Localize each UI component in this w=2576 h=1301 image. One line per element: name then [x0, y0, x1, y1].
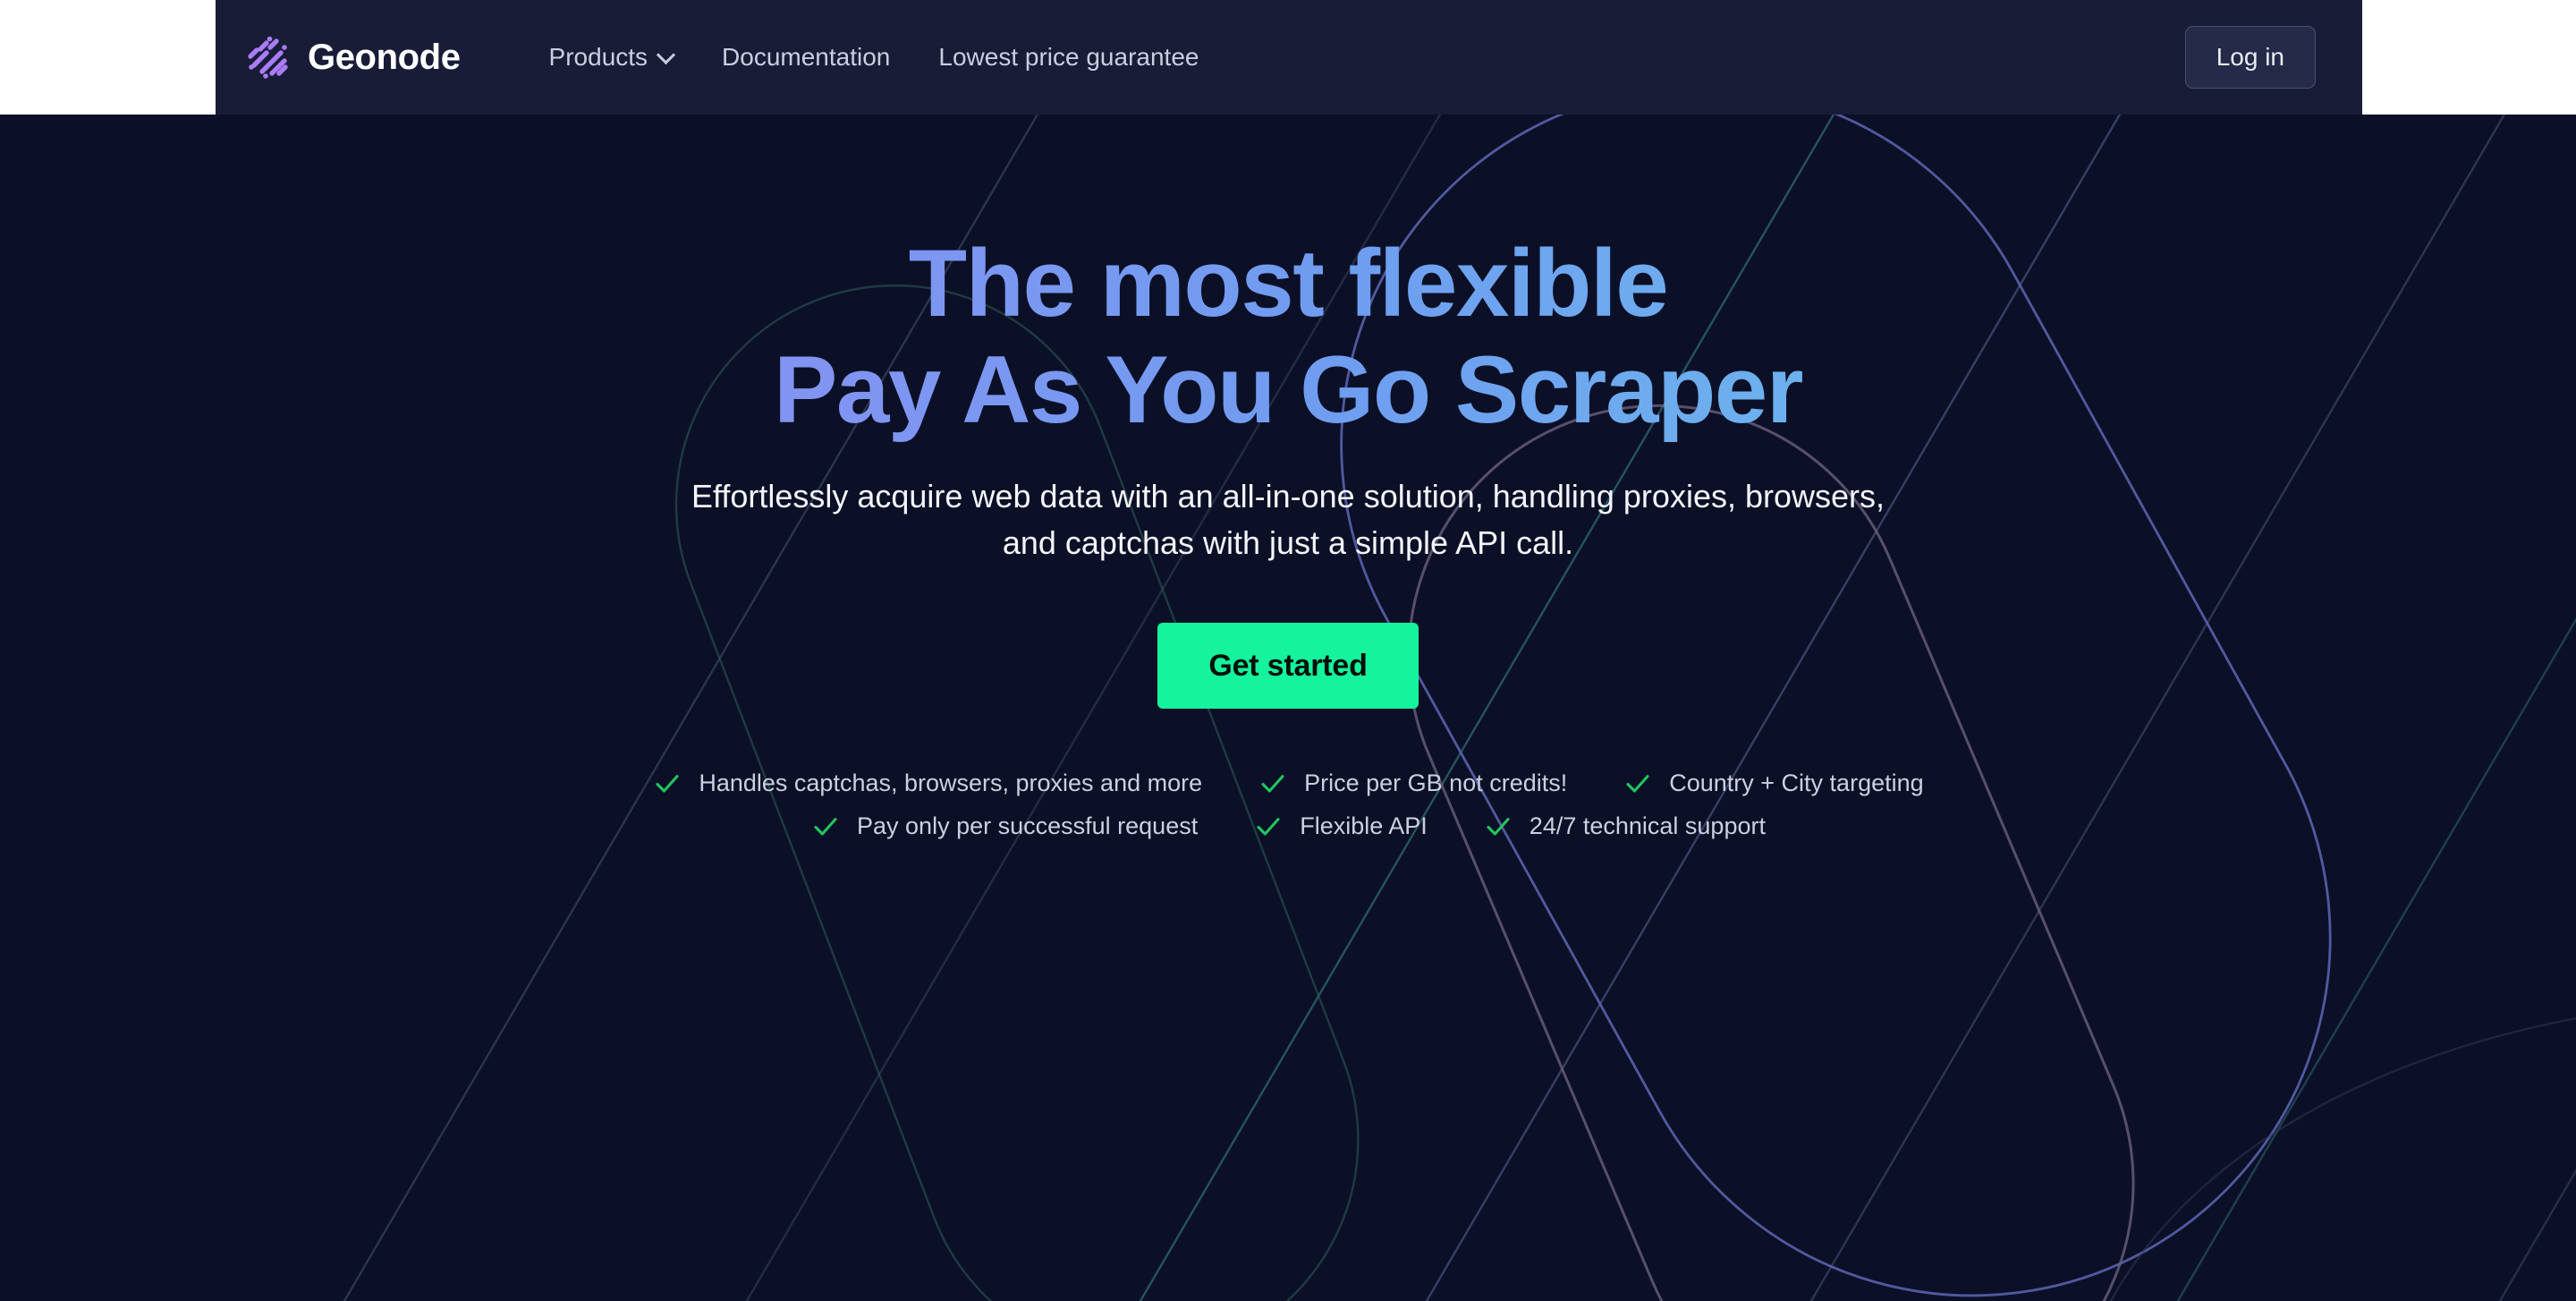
page-root: Geonode Products Documentation Lowest pr… — [0, 0, 2576, 1301]
feature-label: Country + City targeting — [1669, 770, 1924, 797]
feature-label: Handles captchas, browsers, proxies and … — [699, 770, 1203, 797]
hero-section: The most flexible Pay As You Go Scraper … — [0, 115, 2576, 1301]
feature-label: Pay only per successful request — [857, 812, 1199, 840]
brand-name: Geonode — [308, 38, 461, 77]
feature-item: Price per GB not credits! — [1258, 769, 1567, 799]
header-actions: Log in — [2184, 26, 2362, 89]
nav-item-documentation[interactable]: Documentation — [698, 45, 914, 70]
login-button[interactable]: Log in — [2184, 26, 2316, 89]
feature-label: Price per GB not credits! — [1304, 770, 1568, 797]
feature-item: Pay only per successful request — [810, 812, 1198, 842]
feature-item: Country + City targeting — [1623, 769, 1924, 799]
nav-item-lowest-price-guarantee-label: Lowest price guarantee — [938, 43, 1199, 71]
page-title: The most flexible Pay As You Go Scraper — [0, 115, 2576, 443]
primary-nav: Products Documentation Lowest price guar… — [525, 45, 1224, 70]
feature-label: 24/7 technical support — [1529, 812, 1766, 840]
hero-content: The most flexible Pay As You Go Scraper … — [0, 115, 2576, 842]
feature-row: Pay only per successful request Flexible… — [810, 812, 1766, 842]
check-icon — [1257, 817, 1280, 836]
feature-item: Flexible API — [1253, 812, 1428, 842]
nav-item-products[interactable]: Products — [525, 45, 699, 70]
hero-subheadline: Effortlessly acquire web data with an al… — [691, 477, 1885, 562]
site-header: Geonode Products Documentation Lowest pr… — [216, 0, 2362, 115]
geonode-diagonal-stripes-icon — [248, 36, 288, 79]
nav-item-documentation-label: Documentation — [722, 43, 891, 71]
feature-row: Handles captchas, browsers, proxies and … — [652, 769, 1924, 799]
check-icon — [814, 817, 837, 836]
feature-item: Handles captchas, browsers, proxies and … — [652, 769, 1202, 799]
nav-item-products-label: Products — [548, 43, 648, 71]
hero-cta-row: Get started — [0, 622, 2576, 709]
check-icon — [1261, 774, 1284, 793]
feature-label: Flexible API — [1300, 812, 1428, 840]
get-started-button[interactable]: Get started — [1157, 622, 1419, 709]
check-icon — [1487, 817, 1510, 836]
nav-item-lowest-price-guarantee[interactable]: Lowest price guarantee — [914, 45, 1223, 70]
brand-logo[interactable]: Geonode — [244, 33, 461, 81]
feature-item: 24/7 technical support — [1483, 812, 1766, 842]
check-icon — [1626, 774, 1649, 793]
check-icon — [656, 774, 679, 793]
hero-feature-list: Handles captchas, browsers, proxies and … — [0, 769, 2576, 842]
chevron-down-icon — [658, 47, 674, 63]
